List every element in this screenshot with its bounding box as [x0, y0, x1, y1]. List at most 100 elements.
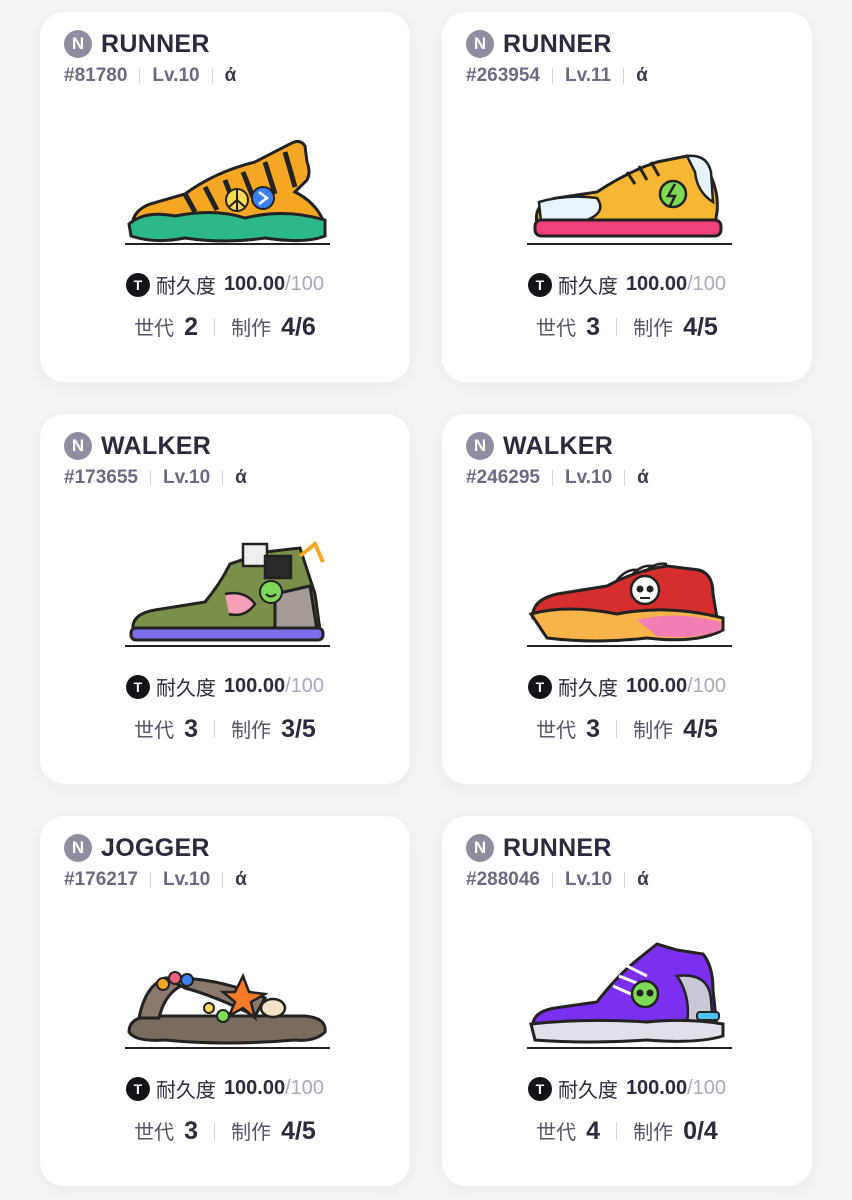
durability-row: T 耐久度 100.00 /100 [40, 672, 410, 701]
durability-max: /100 [687, 273, 727, 295]
stats-row: 世代 3 制作 4/5 [442, 312, 812, 342]
durability-row: T 耐久度 100.00 /100 [40, 270, 410, 299]
divider [149, 470, 151, 486]
gender-icon: ά [637, 467, 649, 488]
generation-value: 3 [586, 715, 601, 743]
generation-label: 世代 [536, 1122, 577, 1144]
sneaker-card[interactable]: N RUNNER #263954 Lv.11 ά T 耐久度 100.00 /1… [442, 12, 812, 382]
durability-value: 100.00 [223, 675, 286, 697]
divider [624, 872, 626, 888]
divider [214, 318, 216, 336]
sneaker-type: WALKER [101, 431, 212, 460]
mint-label: 制作 [231, 720, 272, 742]
beach-sandal-shoe-image [125, 971, 330, 1049]
sneaker-level: Lv.10 [162, 869, 211, 890]
divider [624, 470, 626, 486]
n-quality-icon: N [64, 432, 92, 460]
divider [623, 68, 625, 84]
divider [222, 872, 224, 888]
stats-row: 世代 2 制作 4/6 [40, 312, 410, 342]
durability-max: /100 [687, 1077, 727, 1099]
gender-icon: ά [224, 65, 237, 86]
n-quality-icon: N [466, 432, 494, 460]
tiger-runner-shoe-image [125, 139, 330, 245]
sneaker-type: RUNNER [503, 29, 612, 58]
generation-label: 世代 [134, 1122, 175, 1144]
stats-row: 世代 4 制作 0/4 [442, 1116, 812, 1146]
durability-value: 100.00 [625, 675, 688, 697]
mint-label: 制作 [633, 720, 674, 742]
mint-value: 4/5 [683, 715, 718, 743]
sneaker-type: RUNNER [503, 833, 612, 862]
card-header: N RUNNER [466, 29, 612, 59]
divider [616, 720, 618, 738]
token-icon: T [125, 1076, 150, 1101]
generation-value: 4 [586, 1117, 601, 1145]
card-meta: #176217 Lv.10 ά [64, 869, 247, 891]
mint-value: 4/5 [281, 1117, 316, 1145]
sneaker-id: #81780 [64, 65, 128, 86]
card-header: N RUNNER [466, 833, 612, 863]
stats-row: 世代 3 制作 4/5 [442, 714, 812, 744]
sneaker-level: Lv.10 [564, 869, 613, 890]
sneaker-card[interactable]: N JOGGER #176217 Lv.10 ά T 耐久度 100.00 /1… [40, 816, 410, 1186]
durability-value: 100.00 [625, 273, 688, 295]
card-meta: #263954 Lv.11 ά [466, 65, 648, 87]
durability-max: /100 [285, 273, 325, 295]
sneaker-level: Lv.11 [564, 65, 612, 86]
mint-value: 4/6 [281, 313, 316, 341]
card-header: N JOGGER [64, 833, 210, 863]
durability-max: /100 [285, 1077, 325, 1099]
sneaker-id: #263954 [466, 65, 540, 86]
skull-red-walker-shoe-image [527, 562, 732, 647]
generation-label: 世代 [536, 720, 577, 742]
card-header: N RUNNER [64, 29, 210, 59]
sneaker-id: #176217 [64, 869, 138, 890]
mint-label: 制作 [231, 318, 272, 340]
divider [616, 318, 618, 336]
card-meta: #246295 Lv.10 ά [466, 467, 649, 489]
divider [551, 872, 553, 888]
stats-row: 世代 3 制作 4/5 [40, 1116, 410, 1146]
generation-label: 世代 [536, 318, 577, 340]
divider [551, 68, 553, 84]
mint-label: 制作 [633, 318, 674, 340]
sneaker-level: Lv.10 [162, 467, 211, 488]
sneaker-type: WALKER [503, 431, 614, 460]
generation-label: 世代 [134, 318, 175, 340]
durability-row: T 耐久度 100.00 /100 [442, 672, 812, 701]
divider [139, 68, 141, 84]
token-icon: T [125, 272, 150, 297]
sneaker-card[interactable]: N RUNNER #81780 Lv.10 ά T 耐久度 100.00 /10… [40, 12, 410, 382]
stats-row: 世代 3 制作 3/5 [40, 714, 410, 744]
divider [616, 1122, 618, 1140]
card-header: N WALKER [64, 431, 211, 461]
gender-icon: ά [235, 869, 247, 890]
gender-icon: ά [235, 467, 247, 488]
durability-label: 耐久度 [557, 1080, 618, 1102]
generation-label: 世代 [134, 720, 175, 742]
generation-value: 3 [184, 1117, 199, 1145]
durability-value: 100.00 [625, 1077, 688, 1099]
divider [211, 68, 213, 84]
divider [149, 872, 151, 888]
durability-row: T 耐久度 100.00 /100 [442, 270, 812, 299]
n-quality-icon: N [466, 834, 494, 862]
token-icon: T [125, 674, 150, 699]
generation-value: 2 [184, 313, 199, 341]
sneaker-card[interactable]: N WALKER #173655 Lv.10 ά T 耐久度 100.00 /1… [40, 414, 410, 784]
n-quality-icon: N [64, 30, 92, 58]
gender-icon: ά [636, 65, 648, 86]
mint-label: 制作 [633, 1122, 674, 1144]
divider [214, 720, 216, 738]
durability-label: 耐久度 [155, 276, 216, 298]
sneaker-id: #173655 [64, 467, 138, 488]
mint-value: 3/5 [281, 715, 316, 743]
durability-max: /100 [285, 675, 325, 697]
sneaker-card[interactable]: N WALKER #246295 Lv.10 ά T 耐久度 100.00 /1… [442, 414, 812, 784]
sneaker-card[interactable]: N RUNNER #288046 Lv.10 ά T 耐久度 100.00 /1… [442, 816, 812, 1186]
sneaker-id: #288046 [466, 869, 540, 890]
purple-skull-runner-shoe-image [527, 942, 732, 1049]
token-icon: T [527, 272, 552, 297]
card-meta: #288046 Lv.10 ά [466, 869, 649, 891]
